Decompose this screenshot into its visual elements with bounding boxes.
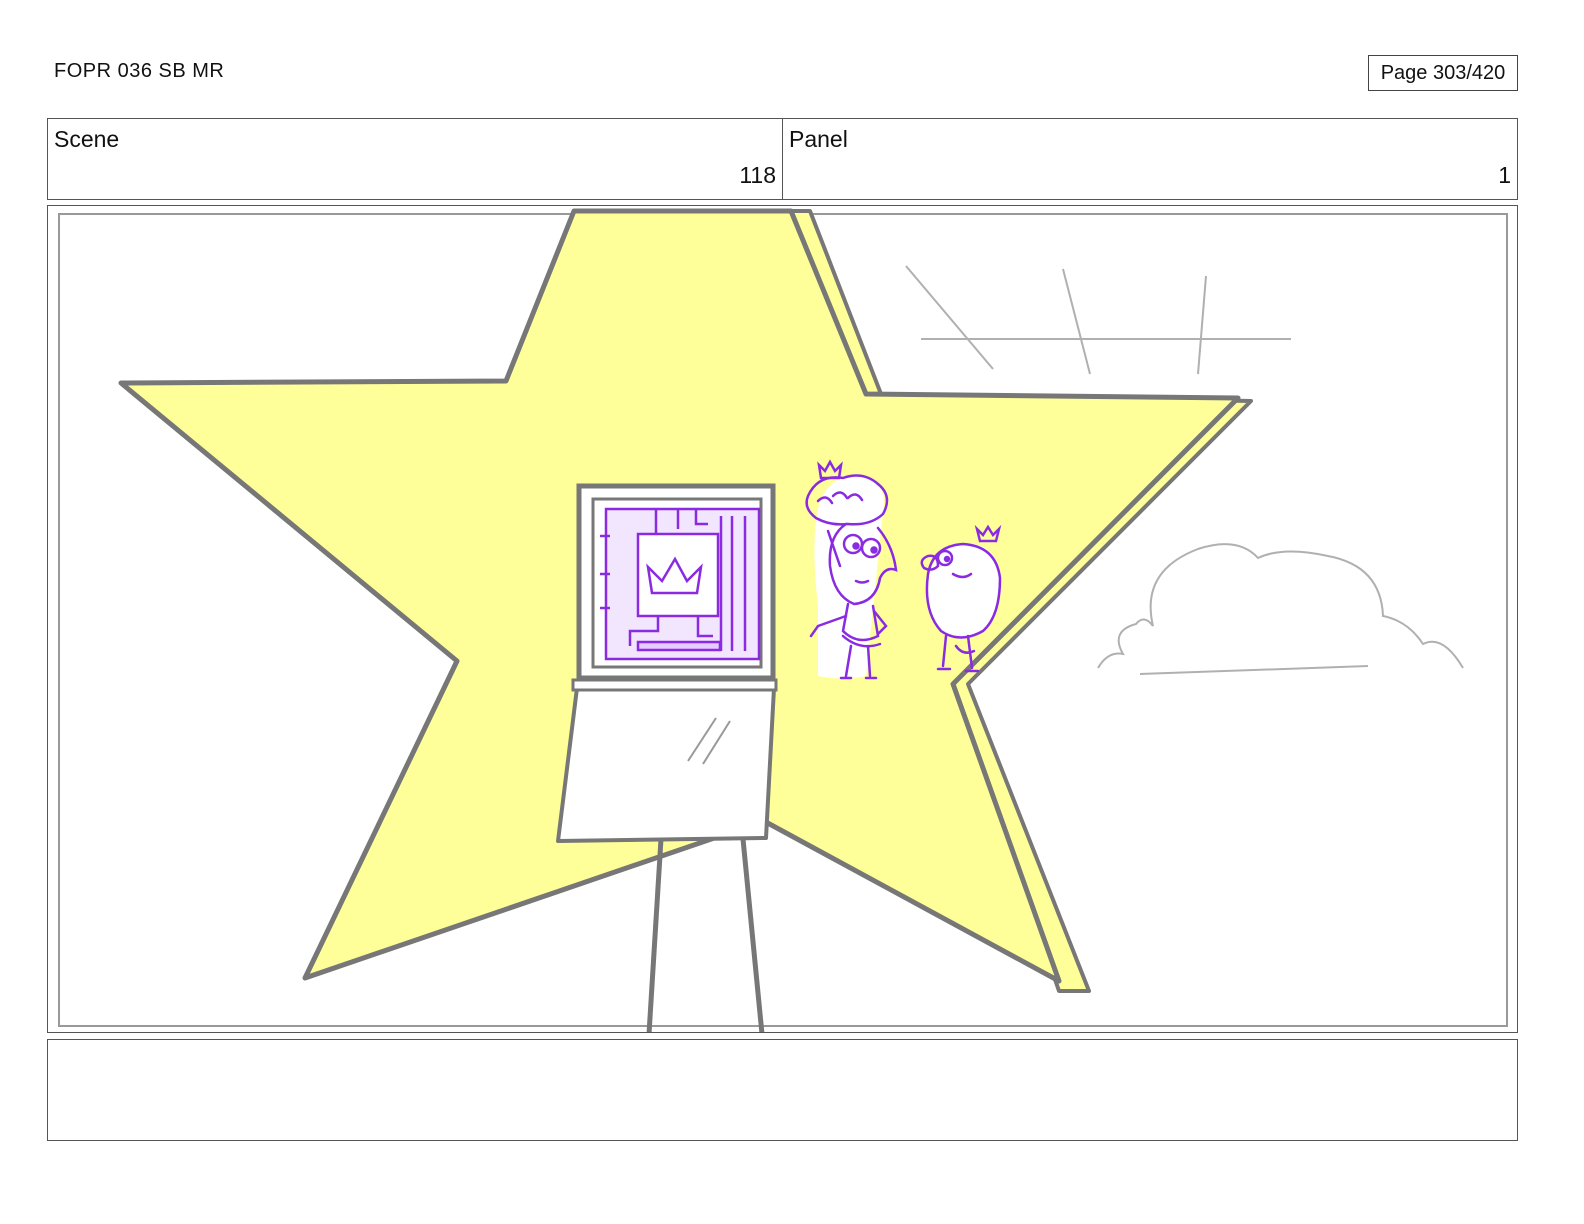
scene-panel-info: Scene 118 Panel 1 xyxy=(47,118,1518,200)
panel-cell: Panel 1 xyxy=(782,119,1517,199)
scene-number: 118 xyxy=(739,162,776,188)
storyboard-panel xyxy=(47,205,1518,1033)
panel-label: Panel xyxy=(789,126,848,152)
panel-number: 1 xyxy=(1498,162,1511,188)
pedestal-ledge xyxy=(571,678,778,692)
cloud-sketch xyxy=(1097,543,1464,669)
crown-panel-artwork xyxy=(600,507,761,661)
storyboard-drawing xyxy=(58,208,1508,1032)
cloud-base-line xyxy=(1139,665,1369,675)
sign-support-legs xyxy=(646,838,765,1032)
panel-notes xyxy=(47,1039,1518,1141)
scene-label: Scene xyxy=(54,126,120,152)
scene-cell: Scene 118 xyxy=(48,119,782,199)
page-number: Page 303/420 xyxy=(1368,55,1518,91)
document-title: FOPR 036 SB MR xyxy=(54,60,225,82)
sky-sketch-lines xyxy=(905,265,1291,375)
sign-pedestal xyxy=(556,686,776,843)
